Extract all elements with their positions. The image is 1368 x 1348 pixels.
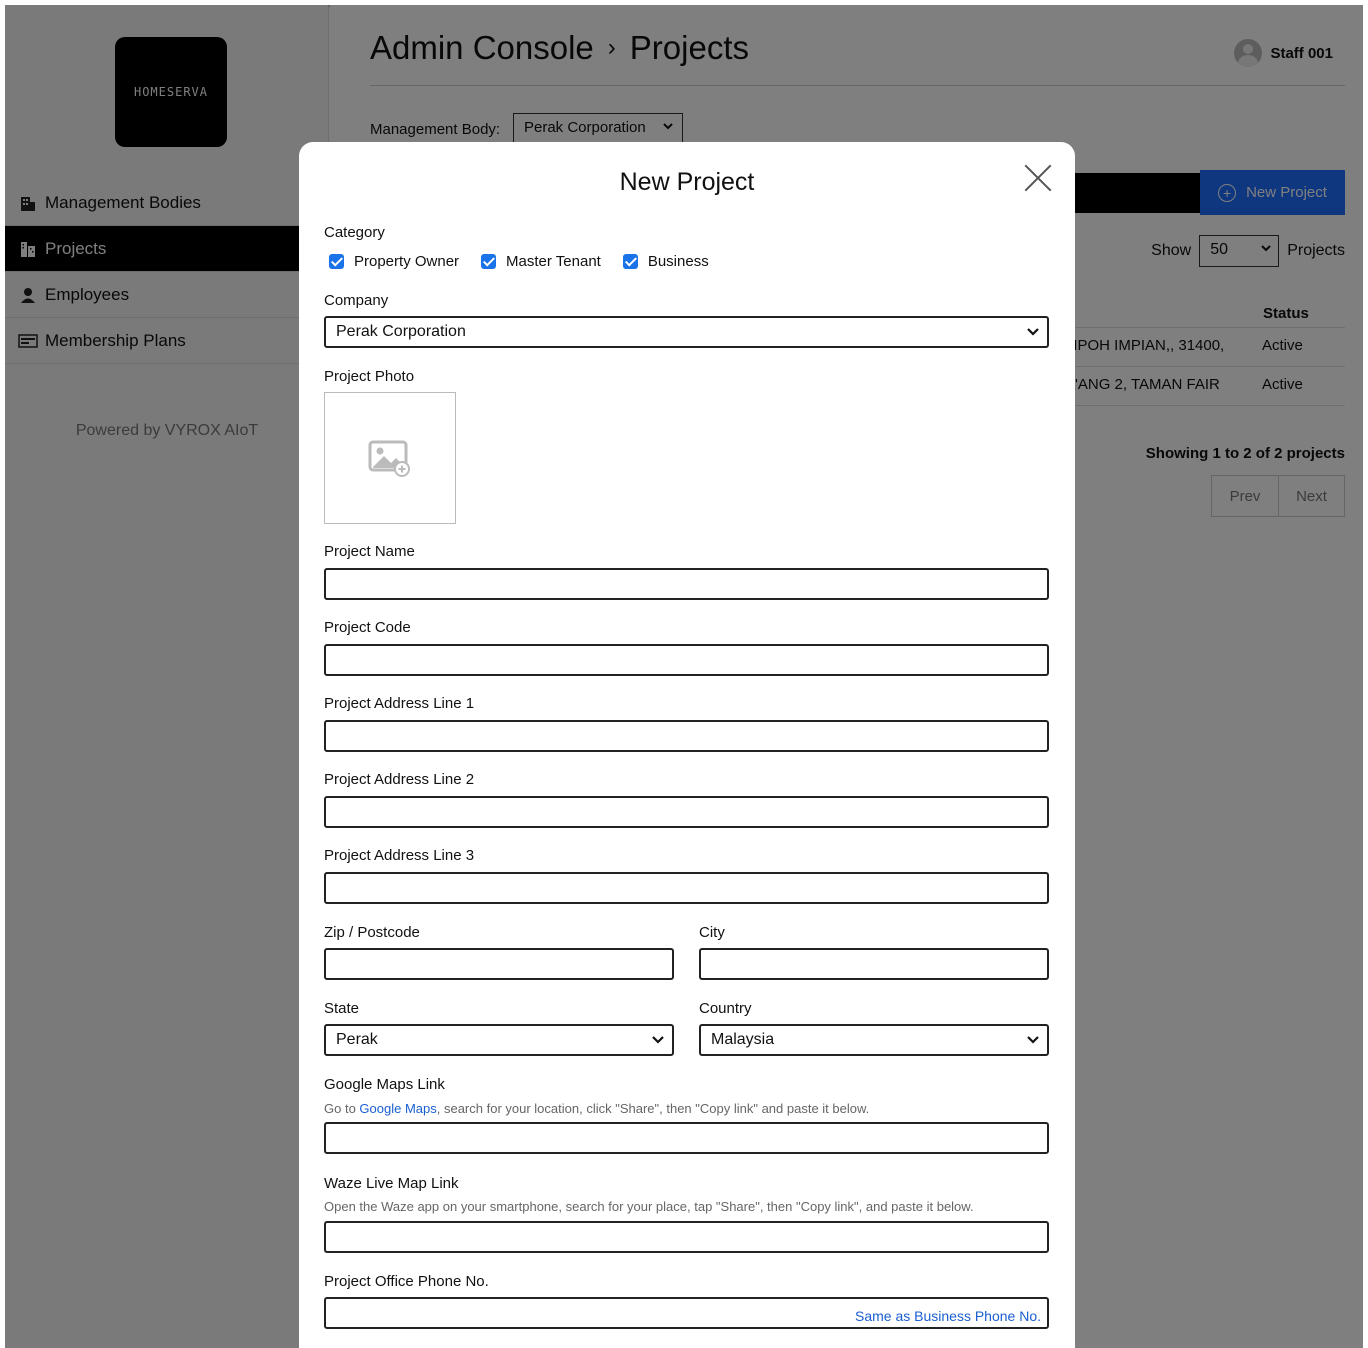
checkbox-checked-icon	[481, 254, 497, 269]
address-line-2-input[interactable]	[324, 796, 1049, 828]
chevron-down-icon	[1027, 328, 1039, 336]
hint-text: , search for your location, click "Share…	[436, 1101, 870, 1116]
address-line-3-input[interactable]	[324, 872, 1049, 904]
google-maps-link[interactable]: Google Maps	[359, 1101, 436, 1116]
city-label: City	[699, 924, 725, 941]
hint-text: Go to	[324, 1101, 360, 1116]
country-value: Malaysia	[711, 1031, 775, 1048]
checkbox-master-tenant[interactable]: Master Tenant	[481, 253, 601, 270]
company-label: Company	[324, 292, 389, 309]
address-line-1-label: Project Address Line 1	[324, 695, 475, 712]
google-maps-label: Google Maps Link	[324, 1076, 445, 1093]
new-project-modal: New Project Category Property Owner Mast…	[299, 142, 1075, 1348]
company-value: Perak Corporation	[336, 323, 466, 340]
waze-label: Waze Live Map Link	[324, 1175, 459, 1192]
checkbox-property-owner[interactable]: Property Owner	[329, 253, 459, 270]
add-image-icon	[368, 440, 410, 477]
category-label: Category	[324, 224, 385, 241]
category-checkboxes: Property Owner Master Tenant Business	[329, 253, 731, 270]
project-code-label: Project Code	[324, 619, 411, 636]
zip-input[interactable]	[324, 948, 674, 980]
google-maps-input[interactable]	[324, 1122, 1049, 1154]
project-code-input[interactable]	[324, 644, 1049, 676]
state-label: State	[324, 1000, 360, 1017]
modal-title: New Project	[619, 168, 755, 196]
office-phone-input[interactable]: Same as Business Phone No.	[324, 1297, 1049, 1329]
zip-label: Zip / Postcode	[324, 924, 420, 941]
state-value: Perak	[336, 1031, 378, 1048]
state-select[interactable]: Perak	[324, 1024, 674, 1056]
project-name-label: Project Name	[324, 543, 415, 560]
checkbox-checked-icon	[329, 254, 344, 269]
city-input[interactable]	[699, 948, 1049, 980]
address-line-1-input[interactable]	[324, 720, 1049, 752]
checkbox-label: Property Owner	[354, 253, 460, 270]
close-icon[interactable]	[1022, 162, 1054, 194]
checkbox-business[interactable]: Business	[622, 253, 709, 270]
project-photo-label: Project Photo	[324, 368, 415, 385]
country-select[interactable]: Malaysia	[699, 1024, 1049, 1056]
checkbox-checked-icon	[622, 254, 638, 269]
country-label: Country	[699, 1000, 752, 1017]
office-phone-label: Project Office Phone No.	[324, 1273, 489, 1290]
company-select[interactable]: Perak Corporation	[324, 316, 1049, 348]
google-maps-hint: Go to Google Maps, search for your locat…	[324, 1101, 869, 1116]
address-line-2-label: Project Address Line 2	[324, 771, 475, 788]
chevron-down-icon	[652, 1036, 664, 1044]
checkbox-label: Business	[647, 253, 709, 270]
project-name-input[interactable]	[324, 568, 1049, 600]
checkbox-label: Master Tenant	[506, 253, 601, 270]
project-photo-upload[interactable]	[324, 392, 456, 524]
chevron-down-icon	[1027, 1036, 1039, 1044]
same-as-business-phone-link[interactable]: Same as Business Phone No.	[855, 1308, 1041, 1324]
waze-input[interactable]	[324, 1221, 1049, 1253]
address-line-3-label: Project Address Line 3	[324, 847, 475, 864]
waze-hint: Open the Waze app on your smartphone, se…	[324, 1199, 974, 1214]
